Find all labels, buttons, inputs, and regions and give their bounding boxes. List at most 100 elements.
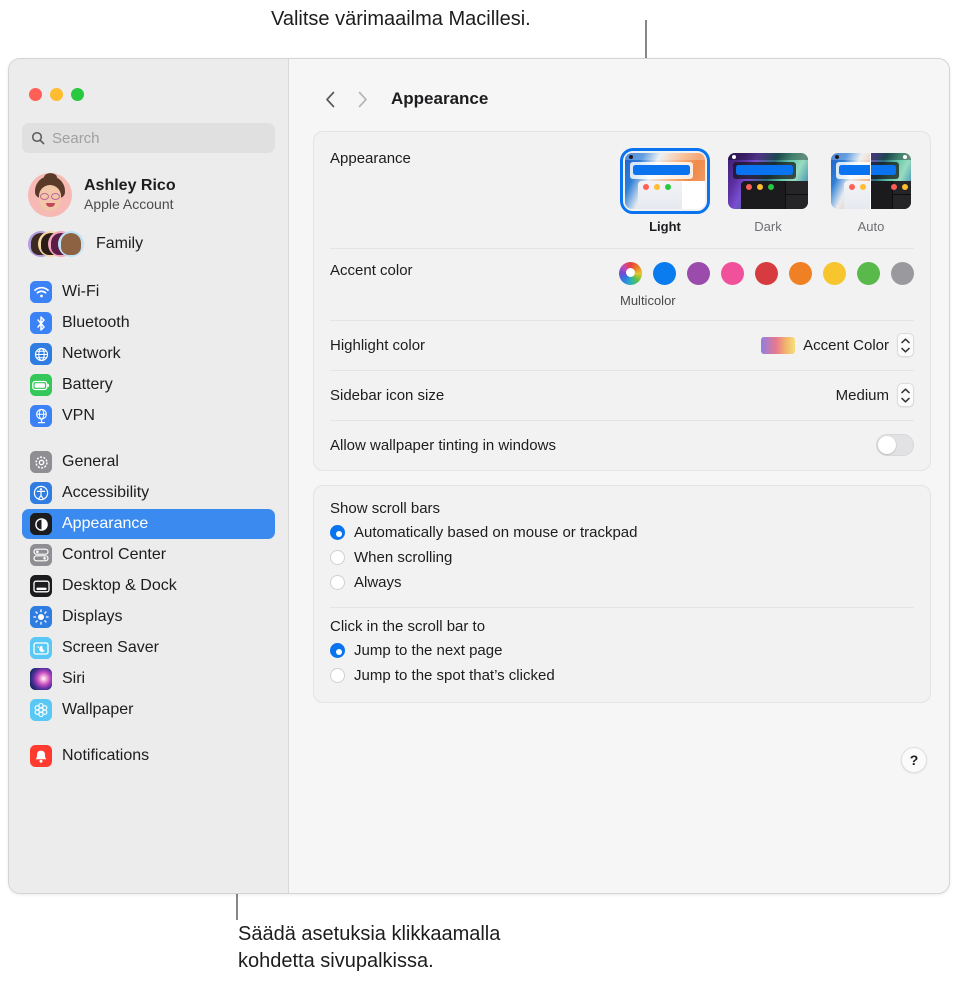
sidebar-divider-1 — [9, 432, 288, 446]
scroll-bars-card: Show scroll bars Automatically based on … — [313, 485, 931, 703]
highlight-color-swatch — [761, 336, 796, 354]
sidebar-item-desktop-and-dock[interactable]: Desktop & Dock — [22, 571, 275, 601]
battery-icon — [30, 374, 52, 396]
theme-option-auto[interactable]: Auto — [828, 150, 914, 234]
accent-swatch-graphite[interactable] — [891, 262, 914, 285]
gear-icon — [30, 451, 52, 473]
sidebar-item-displays[interactable]: Displays — [22, 602, 275, 632]
accent-color-label: Accent color — [330, 262, 413, 279]
sidebar-item-label: Desktop & Dock — [62, 577, 177, 594]
accent-swatch-yellow[interactable] — [823, 262, 846, 285]
sidebar-item-label: Battery — [62, 376, 113, 393]
sidebar-item-label: General — [62, 453, 119, 470]
radio-button[interactable] — [330, 575, 345, 590]
sidebar-item-wallpaper[interactable]: Wallpaper — [22, 695, 275, 725]
desktop-dock-icon — [30, 575, 52, 597]
sidebar-item-accessibility[interactable]: Accessibility — [22, 478, 275, 508]
accent-swatch-orange[interactable] — [789, 262, 812, 285]
zoom-button[interactable] — [71, 88, 84, 101]
sidebar-item-label: VPN — [62, 407, 95, 424]
theme-option-light[interactable]: Light — [620, 148, 710, 234]
page-title: Appearance — [391, 89, 489, 108]
sidebar-icon-size-control[interactable]: Medium — [836, 383, 914, 407]
theme-thumbnail-light[interactable] — [620, 148, 710, 214]
sidebar-group-connectivity: Wi-Fi Bluetooth Network Battery VPN — [9, 277, 288, 431]
wallpaper-tinting-toggle[interactable] — [876, 434, 914, 456]
sidebar-item-wi-fi[interactable]: Wi-Fi — [22, 277, 275, 307]
radio-button[interactable] — [330, 525, 345, 540]
sidebar: Ashley Rico Apple Account Family — [9, 59, 289, 893]
radio-option-when-scrolling[interactable]: When scrolling — [330, 545, 914, 570]
theme-option-dark[interactable]: Dark — [725, 150, 811, 234]
wifi-icon — [30, 281, 52, 303]
window-controls — [9, 59, 288, 101]
theme-label: Dark — [754, 219, 782, 234]
highlight-color-stepper[interactable] — [897, 333, 914, 357]
sidebar-icon-size-value: Medium — [835, 386, 889, 404]
appearance-settings-card: Appearance Light Dark Auto Accent color … — [313, 131, 931, 471]
theme-thumbnail-dark[interactable] — [725, 150, 811, 212]
radio-button[interactable] — [330, 643, 345, 658]
family-label: Family — [96, 235, 144, 252]
highlight-color-control[interactable]: Accent Color — [761, 333, 914, 357]
radio-option-auto-scrollbars[interactable]: Automatically based on mouse or trackpad — [330, 520, 914, 545]
sidebar-item-label: Siri — [62, 670, 86, 687]
sidebar-item-general[interactable]: General — [22, 447, 275, 477]
radio-option-jump-to-spot[interactable]: Jump to the spot that’s clicked — [330, 663, 914, 688]
sidebar-item-network[interactable]: Network — [22, 339, 275, 369]
minimize-button[interactable] — [50, 88, 63, 101]
sidebar-group-notifications: Notifications — [9, 741, 288, 771]
sidebar-item-label: Displays — [62, 608, 123, 625]
sidebar-item-bluetooth[interactable]: Bluetooth — [22, 308, 275, 338]
accessibility-icon — [30, 482, 52, 504]
sidebar-item-battery[interactable]: Battery — [22, 370, 275, 400]
sidebar-icon-size-stepper[interactable] — [897, 383, 914, 407]
appearance-label: Appearance — [330, 150, 411, 167]
search-input[interactable] — [52, 129, 266, 147]
sidebar-item-appearance[interactable]: Appearance — [22, 509, 275, 539]
sidebar-item-label: Wallpaper — [62, 701, 134, 718]
close-button[interactable] — [29, 88, 42, 101]
displays-icon — [30, 606, 52, 628]
callout-bottom-line1: Säädä asetuksia klikkaamalla — [238, 923, 501, 945]
siri-icon — [30, 668, 52, 690]
search-field[interactable] — [22, 123, 275, 153]
vpn-globe-icon — [30, 405, 52, 427]
screen-saver-icon — [30, 637, 52, 659]
account-name: Ashley Rico — [84, 177, 176, 195]
family-row[interactable]: Family — [22, 225, 275, 263]
apple-account-row[interactable]: Ashley Rico Apple Account — [22, 169, 275, 221]
accent-swatch-green[interactable] — [857, 262, 880, 285]
radio-label: Automatically based on mouse or trackpad — [354, 524, 638, 541]
sidebar-item-label: Notifications — [62, 747, 150, 764]
highlight-color-label: Highlight color — [330, 336, 426, 354]
sidebar-item-label: Wi-Fi — [62, 283, 100, 300]
accent-swatch-multicolor[interactable] — [619, 262, 642, 285]
accent-swatch-purple[interactable] — [687, 262, 710, 285]
sidebar-item-label: Accessibility — [62, 484, 150, 501]
back-button[interactable] — [317, 86, 343, 112]
help-button[interactable]: ? — [901, 747, 927, 773]
forward-button[interactable] — [349, 86, 375, 112]
accent-swatch-pink[interactable] — [721, 262, 744, 285]
sidebar-item-label: Appearance — [62, 515, 149, 532]
accent-color-swatches — [619, 262, 914, 285]
theme-thumbnail-auto[interactable] — [828, 150, 914, 212]
system-settings-window: Ashley Rico Apple Account Family — [8, 58, 950, 894]
sidebar-item-siri[interactable]: Siri — [22, 664, 275, 694]
radio-option-jump-next-page[interactable]: Jump to the next page — [330, 638, 914, 663]
radio-button[interactable] — [330, 668, 345, 683]
sidebar-item-screen-saver[interactable]: Screen Saver — [22, 633, 275, 663]
radio-button[interactable] — [330, 550, 345, 565]
accent-swatch-red[interactable] — [755, 262, 778, 285]
radio-option-always[interactable]: Always — [330, 570, 914, 595]
callout-bottom-line2: kohdetta sivupalkissa. — [238, 950, 434, 972]
radio-label: Always — [354, 574, 402, 591]
sidebar-item-vpn[interactable]: VPN — [22, 401, 275, 431]
sidebar-item-notifications[interactable]: Notifications — [22, 741, 275, 771]
sidebar-item-control-center[interactable]: Control Center — [22, 540, 275, 570]
chevron-right-icon — [358, 91, 367, 107]
wallpaper-tinting-row: Allow wallpaper tinting in windows — [314, 420, 930, 470]
sidebar-icon-size-row: Sidebar icon size Medium — [314, 370, 930, 420]
accent-swatch-blue[interactable] — [653, 262, 676, 285]
